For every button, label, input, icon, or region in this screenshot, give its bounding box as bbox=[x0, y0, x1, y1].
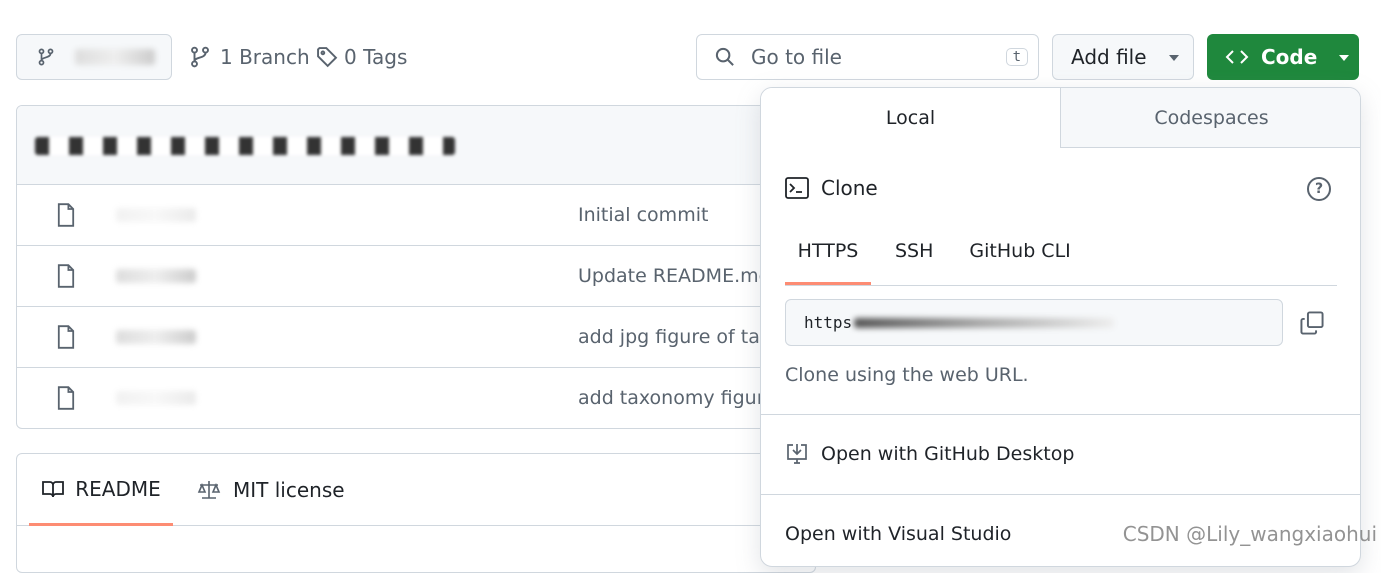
search-icon bbox=[715, 47, 735, 67]
file-row[interactable]: Update README.md bbox=[16, 245, 776, 306]
branch-name-redacted bbox=[75, 49, 155, 65]
tag-icon bbox=[316, 46, 338, 68]
terminal-icon bbox=[785, 177, 809, 199]
tab-readme[interactable]: README bbox=[29, 454, 173, 526]
file-name-redacted bbox=[116, 208, 196, 222]
git-branch-icon bbox=[37, 48, 55, 66]
file-row[interactable]: add taxonomy figure bbox=[16, 367, 776, 428]
branch-count: 1 Branch bbox=[220, 45, 310, 69]
file-row[interactable]: Initial commit bbox=[16, 184, 776, 245]
clone-header: Clone bbox=[785, 176, 878, 200]
caret-down-icon bbox=[1168, 54, 1179, 66]
code-popover: Local Codespaces Clone ? HTTPS SSH GitHu… bbox=[760, 87, 1361, 567]
add-file-button[interactable]: Add file bbox=[1052, 34, 1194, 80]
copy-icon[interactable] bbox=[1299, 310, 1325, 336]
file-name-redacted bbox=[116, 391, 196, 405]
caret-down-icon bbox=[1339, 54, 1350, 66]
clone-url-input[interactable]: https bbox=[785, 299, 1283, 346]
code-icon bbox=[1225, 48, 1249, 66]
tab-codespaces[interactable]: Codespaces bbox=[1060, 88, 1360, 148]
search-placeholder: Go to file bbox=[751, 45, 842, 69]
file-name-redacted bbox=[116, 269, 196, 283]
branches-icon bbox=[188, 46, 212, 68]
commit-message[interactable]: add taxonomy figure bbox=[578, 387, 776, 409]
open-visual-studio[interactable]: Open with Visual Studio bbox=[785, 523, 1011, 545]
desktop-download-icon bbox=[785, 442, 809, 466]
file-icon bbox=[56, 386, 76, 410]
tab-local[interactable]: Local bbox=[761, 88, 1060, 148]
tag-count: 0 Tags bbox=[344, 45, 408, 69]
commit-info-redacted bbox=[35, 136, 455, 155]
tab-github-cli[interactable]: GitHub CLI bbox=[969, 238, 1070, 285]
law-icon bbox=[197, 480, 221, 500]
tab-https[interactable]: HTTPS bbox=[785, 238, 871, 285]
watermark: CSDN @Lily_wangxiaohui bbox=[1122, 522, 1377, 546]
readme-box: README MIT license bbox=[16, 453, 816, 573]
tab-license[interactable]: MIT license bbox=[197, 454, 345, 526]
file-icon bbox=[56, 203, 76, 227]
license-label: MIT license bbox=[233, 478, 345, 502]
tab-local-label: Local bbox=[885, 107, 936, 129]
code-label: Code bbox=[1261, 45, 1318, 69]
file-icon bbox=[56, 325, 76, 349]
file-icon bbox=[56, 264, 76, 288]
tags-link[interactable]: 0 Tags bbox=[316, 45, 407, 69]
open-desktop-label: Open with GitHub Desktop bbox=[821, 443, 1075, 465]
clone-hint: Clone using the web URL. bbox=[785, 364, 1029, 386]
book-icon bbox=[41, 479, 65, 499]
code-button[interactable]: Code bbox=[1207, 34, 1359, 80]
commit-message[interactable]: Update README.md bbox=[578, 265, 771, 287]
branch-selector[interactable] bbox=[16, 34, 172, 80]
latest-commit-bar bbox=[17, 106, 815, 185]
readme-label: README bbox=[75, 476, 161, 501]
protocol-tabs: HTTPS SSH GitHub CLI bbox=[785, 238, 1337, 286]
url-prefix: https bbox=[804, 313, 853, 332]
help-icon[interactable]: ? bbox=[1307, 177, 1331, 201]
url-redacted bbox=[854, 317, 1115, 328]
branches-link[interactable]: 1 Branch bbox=[188, 45, 310, 69]
tab-ssh[interactable]: SSH bbox=[895, 238, 933, 285]
add-file-label: Add file bbox=[1071, 45, 1147, 69]
open-github-desktop[interactable]: Open with GitHub Desktop bbox=[785, 442, 1074, 466]
commit-message[interactable]: Initial commit bbox=[578, 204, 708, 226]
file-row[interactable]: add jpg figure of taxonomy bbox=[16, 306, 836, 367]
go-to-file-input[interactable]: Go to file t bbox=[696, 34, 1039, 80]
tab-codespaces-label: Codespaces bbox=[1154, 106, 1269, 129]
clone-title: Clone bbox=[821, 176, 878, 200]
shortcut-key: t bbox=[1005, 48, 1028, 66]
file-name-redacted bbox=[116, 330, 196, 344]
